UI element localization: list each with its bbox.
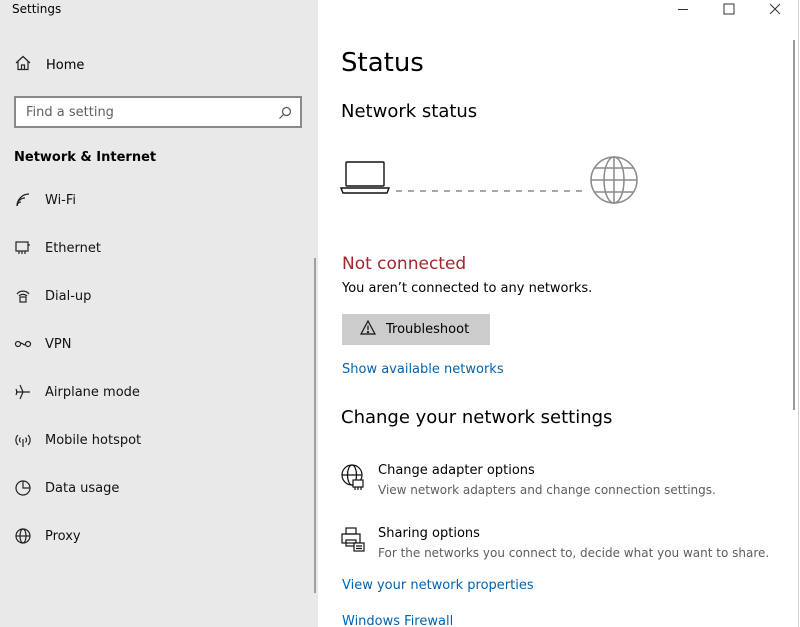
sidebar-item-dialup[interactable]: Dial-up bbox=[14, 284, 304, 308]
connection-state: Not connected bbox=[342, 254, 467, 274]
troubleshoot-label: Troubleshoot bbox=[386, 322, 470, 337]
home-label: Home bbox=[46, 57, 85, 73]
warning-icon bbox=[359, 319, 377, 339]
troubleshoot-button[interactable]: Troubleshoot bbox=[342, 314, 490, 345]
home-nav-item[interactable]: Home bbox=[14, 54, 84, 76]
sidebar-item-label: Proxy bbox=[45, 528, 81, 544]
adapter-icon bbox=[340, 463, 366, 491]
sidebar-item-airplane-mode[interactable]: Airplane mode bbox=[14, 380, 304, 404]
sidebar-item-label: VPN bbox=[45, 336, 72, 352]
wifi-icon bbox=[14, 191, 32, 209]
show-available-networks-link[interactable]: Show available networks bbox=[342, 362, 504, 377]
globe-icon bbox=[588, 154, 640, 210]
sidebar-item-data-usage[interactable]: Data usage bbox=[14, 476, 304, 500]
sidebar-item-label: Airplane mode bbox=[45, 384, 140, 400]
connection-description: You aren’t connected to any networks. bbox=[342, 281, 593, 296]
laptop-icon bbox=[339, 160, 392, 200]
sidebar-item-ethernet[interactable]: Ethernet bbox=[14, 236, 304, 260]
sharing-options[interactable]: Sharing options For the networks you con… bbox=[340, 526, 780, 570]
view-network-properties-link[interactable]: View your network properties bbox=[342, 578, 534, 593]
sidebar-item-label: Dial-up bbox=[45, 288, 92, 304]
network-status-heading: Network status bbox=[341, 101, 478, 122]
change-adapter-options[interactable]: Change adapter options View network adap… bbox=[340, 463, 780, 507]
main-scrollbar[interactable] bbox=[793, 40, 795, 410]
sidebar-item-label: Mobile hotspot bbox=[45, 432, 142, 448]
sidebar-scrollbar[interactable] bbox=[314, 258, 316, 593]
sidebar-item-proxy[interactable]: Proxy bbox=[14, 524, 304, 548]
sidebar-item-mobile-hotspot[interactable]: Mobile hotspot bbox=[14, 428, 304, 452]
change-settings-heading: Change your network settings bbox=[341, 407, 613, 428]
dialup-icon bbox=[14, 287, 32, 305]
sidebar-item-label: Ethernet bbox=[45, 240, 101, 256]
ethernet-icon bbox=[14, 239, 32, 257]
sidebar-item-label: Data usage bbox=[45, 480, 120, 496]
sidebar-item-wifi[interactable]: Wi-Fi bbox=[14, 188, 304, 212]
sidebar-item-vpn[interactable]: VPN bbox=[14, 332, 304, 356]
option-subtitle: For the networks you connect to, decide … bbox=[378, 546, 770, 560]
airplane-icon bbox=[14, 383, 32, 401]
sharing-icon bbox=[340, 526, 366, 554]
search-placeholder: Find a setting bbox=[26, 104, 114, 120]
network-diagram bbox=[339, 152, 640, 210]
connection-line bbox=[396, 178, 586, 197]
globe-icon bbox=[14, 527, 32, 545]
windows-firewall-link[interactable]: Windows Firewall bbox=[342, 614, 453, 625]
sidebar: Settings Home Find a setting Network & I… bbox=[0, 0, 318, 627]
sidebar-item-label: Wi-Fi bbox=[45, 192, 77, 208]
option-subtitle: View network adapters and change connect… bbox=[378, 483, 716, 497]
search-icon[interactable] bbox=[278, 105, 292, 119]
main-content: Status Network status Not connected You … bbox=[318, 0, 800, 627]
option-title: Sharing options bbox=[378, 526, 480, 541]
page-title: Status bbox=[341, 48, 424, 78]
home-icon bbox=[14, 54, 32, 76]
data-usage-icon bbox=[14, 479, 32, 497]
window-border bbox=[798, 0, 799, 627]
app-title: Settings bbox=[12, 2, 62, 16]
section-title: Network & Internet bbox=[14, 150, 157, 165]
search-input[interactable]: Find a setting bbox=[14, 96, 302, 128]
vpn-icon bbox=[14, 335, 32, 353]
hotspot-icon bbox=[14, 431, 32, 449]
option-title: Change adapter options bbox=[378, 463, 535, 478]
